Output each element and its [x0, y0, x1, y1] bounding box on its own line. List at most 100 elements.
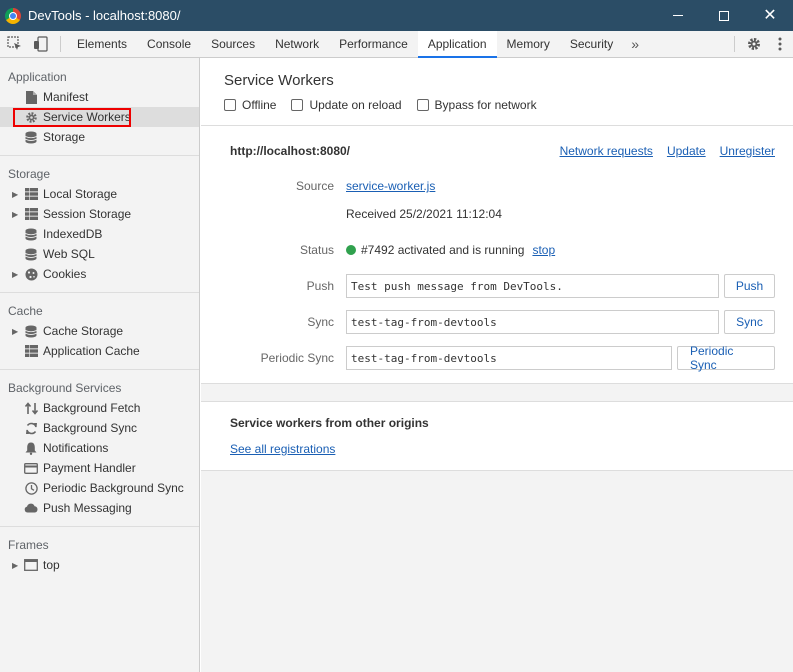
sidebar-item-periodic-background-sync[interactable]: Periodic Background Sync — [0, 478, 199, 498]
bypass-for-network-checkbox[interactable] — [416, 99, 429, 111]
update-on-reload-checkbox[interactable] — [291, 99, 304, 111]
update-on-reload-option[interactable]: Update on reload — [291, 98, 402, 112]
toolbar-separator — [60, 36, 61, 52]
gear-icon — [748, 38, 760, 50]
sidebar-item-label: Notifications — [43, 441, 109, 455]
status-row: Status #7492 activated and is running st… — [201, 243, 793, 257]
grid-icon — [24, 187, 38, 201]
tab-sources[interactable]: Sources — [201, 31, 265, 57]
sidebar-item-manifest[interactable]: Manifest — [0, 87, 199, 107]
sidebar-item-web-sql[interactable]: Web SQL — [0, 244, 199, 264]
sidebar-item-push-messaging[interactable]: Push Messaging — [0, 498, 199, 518]
source-file-link[interactable]: service-worker.js — [346, 179, 435, 193]
tab-security[interactable]: Security — [560, 31, 623, 57]
periodic-sync-tag-input[interactable]: test-tag-from-devtools — [346, 346, 672, 370]
sidebar-item-application-cache[interactable]: Application Cache — [0, 341, 199, 361]
sidebar-item-label: Push Messaging — [43, 501, 132, 515]
maximize-button[interactable] — [701, 0, 747, 31]
grid-icon — [24, 207, 38, 221]
sidebar-item-label: Manifest — [43, 90, 89, 104]
tab-memory[interactable]: Memory — [497, 31, 560, 57]
customize-menu-button[interactable] — [767, 31, 793, 57]
push-label: Push — [306, 279, 334, 293]
periodic-sync-button[interactable]: Periodic Sync — [677, 344, 775, 372]
sidebar-item-indexeddb[interactable]: IndexedDB — [0, 224, 199, 244]
expand-arrow-icon[interactable]: ▶ — [12, 270, 22, 279]
chrome-logo-icon — [5, 7, 21, 24]
sidebar-item-background-fetch[interactable]: Background Fetch — [0, 398, 199, 418]
clock-icon — [24, 481, 38, 495]
bell-icon — [24, 441, 38, 455]
sync-icon — [24, 421, 38, 435]
sidebar-item-label: Cache Storage — [43, 324, 124, 338]
other-origins-title: Service workers from other origins — [230, 416, 429, 430]
sidebar-item-label: Session Storage — [43, 207, 132, 221]
sidebar-item-cookies[interactable]: ▶ Cookies — [0, 264, 199, 284]
up-down-arrows-icon — [24, 401, 38, 415]
expand-arrow-icon[interactable]: ▶ — [12, 210, 22, 219]
sidebar-item-label: Payment Handler — [43, 461, 136, 475]
sidebar-item-session-storage[interactable]: ▶ Session Storage — [0, 204, 199, 224]
status-text: #7492 activated and is running — [361, 243, 525, 257]
sync-tag-input[interactable]: test-tag-from-devtools — [346, 310, 719, 334]
minimize-button[interactable] — [655, 0, 701, 31]
sidebar-item-payment-handler[interactable]: Payment Handler — [0, 458, 199, 478]
tab-performance[interactable]: Performance — [329, 31, 418, 57]
sidebar-item-label: Background Sync — [43, 421, 138, 435]
sidebar-section-frames: Frames — [8, 538, 49, 552]
sidebar-item-label: Application Cache — [43, 344, 140, 358]
update-on-reload-label: Update on reload — [309, 98, 402, 112]
network-requests-link[interactable]: Network requests — [560, 144, 653, 158]
update-link[interactable]: Update — [667, 144, 706, 158]
unregister-link[interactable]: Unregister — [720, 144, 775, 158]
sidebar-section-cache: Cache — [8, 304, 43, 318]
periodic-sync-row: Periodic Sync test-tag-from-devtools Per… — [201, 344, 793, 372]
sidebar-item-label: Background Fetch — [43, 401, 141, 415]
origin-url: http://localhost:8080/ — [230, 144, 351, 158]
push-message-input[interactable]: Test push message from DevTools. — [346, 274, 719, 298]
bypass-for-network-option[interactable]: Bypass for network — [416, 98, 537, 112]
tab-console[interactable]: Console — [137, 31, 201, 57]
source-row: Source service-worker.js — [201, 179, 793, 193]
sidebar-item-cache-storage[interactable]: ▶ Cache Storage — [0, 321, 199, 341]
bypass-for-network-label: Bypass for network — [434, 98, 537, 112]
offline-checkbox[interactable] — [224, 99, 236, 111]
sync-button[interactable]: Sync — [724, 310, 775, 334]
tab-network[interactable]: Network — [265, 31, 329, 57]
tab-elements[interactable]: Elements — [67, 31, 137, 57]
sidebar-section-background-services: Background Services — [8, 381, 122, 395]
inspect-element-button[interactable] — [2, 31, 28, 57]
cloud-icon — [24, 501, 38, 515]
other-origins-section: Service workers from other origins See a… — [201, 401, 793, 471]
sidebar-item-local-storage[interactable]: ▶ Local Storage — [0, 184, 199, 204]
close-icon: ✕ — [763, 6, 777, 24]
sidebar-item-label: Cookies — [43, 267, 87, 281]
kebab-menu-icon — [778, 37, 782, 51]
service-workers-header: Service Workers Offline Update on reload… — [201, 58, 793, 126]
sidebar-item-notifications[interactable]: Notifications — [0, 438, 199, 458]
inspect-cursor-icon — [7, 36, 21, 50]
sidebar-item-storage[interactable]: Storage — [0, 127, 199, 147]
sidebar-item-label: top — [43, 558, 60, 572]
expand-arrow-icon[interactable]: ▶ — [12, 327, 22, 336]
push-button[interactable]: Push — [724, 274, 775, 298]
see-all-registrations-link[interactable]: See all registrations — [230, 442, 335, 456]
sync-row: Sync test-tag-from-devtools Sync — [201, 310, 793, 334]
device-toolbar-button[interactable] — [28, 31, 54, 57]
settings-button[interactable] — [741, 31, 767, 57]
sidebar-item-background-sync[interactable]: Background Sync — [0, 418, 199, 438]
more-tabs-button[interactable]: » — [623, 31, 647, 57]
stop-link[interactable]: stop — [532, 243, 555, 257]
sidebar-item-frame-top[interactable]: ▶ top — [0, 555, 199, 575]
expand-arrow-icon[interactable]: ▶ — [12, 190, 22, 199]
offline-option[interactable]: Offline — [224, 98, 276, 112]
sidebar-item-service-workers[interactable]: Service Workers — [0, 107, 199, 127]
tab-application[interactable]: Application — [417, 31, 497, 58]
expand-arrow-icon[interactable]: ▶ — [12, 561, 22, 570]
close-button[interactable]: ✕ — [747, 0, 793, 31]
device-icon — [34, 36, 48, 52]
sidebar-item-label: Local Storage — [43, 187, 118, 201]
application-sidebar: Application Manifest Service Workers Sto… — [0, 58, 200, 672]
sidebar-item-label: Service Workers — [43, 110, 131, 124]
sidebar-section-storage: Storage — [8, 167, 51, 181]
